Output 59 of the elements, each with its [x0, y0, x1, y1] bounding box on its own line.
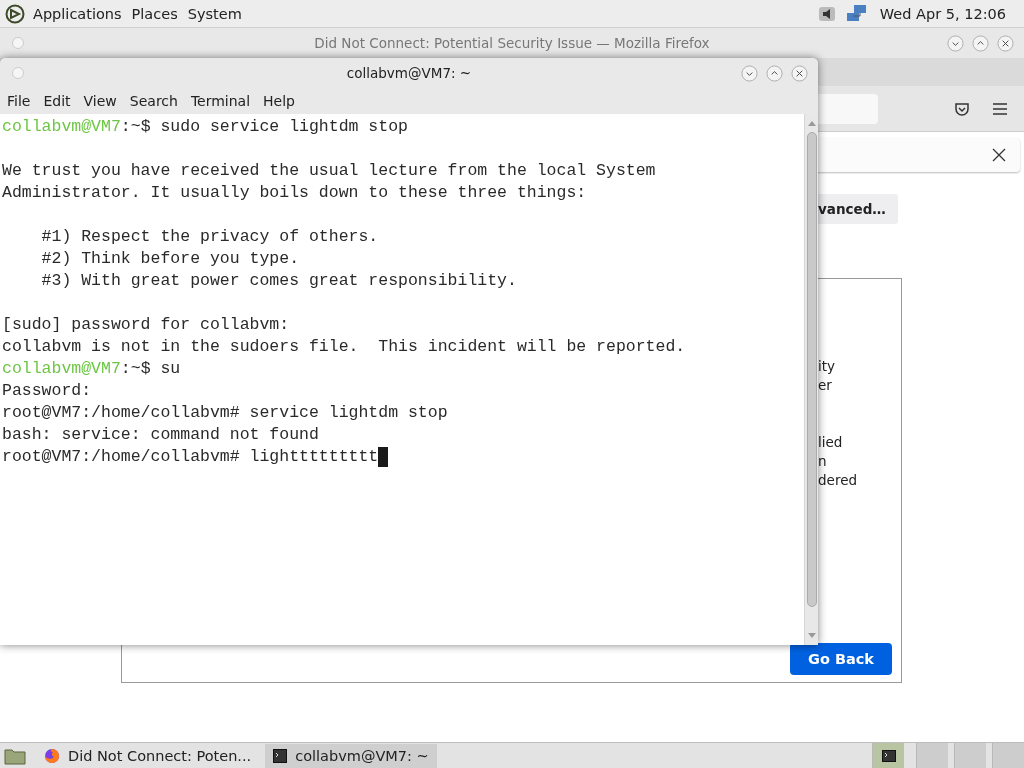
menu-item[interactable]: File	[7, 93, 31, 109]
advanced-button[interactable]: vanced…	[818, 194, 898, 224]
minimize-icon[interactable]	[741, 64, 758, 82]
scrollbar-thumb[interactable]	[806, 132, 817, 607]
terminal-icon	[881, 749, 896, 762]
terminal-line: :~$ sudo service lightdm stop	[120, 116, 408, 138]
terminal-line: [sudo] password for collabvm:	[2, 314, 290, 336]
menu-icon[interactable]	[992, 101, 1008, 116]
window-title: Did Not Connect: Potential Security Issue — Mozilla Firefox	[314, 35, 710, 51]
terminal-line: #2) Think before you type.	[40, 248, 300, 270]
taskbar-button[interactable]: Did Not Connect: Poten...	[36, 743, 260, 768]
text-fragment: ity	[818, 358, 837, 376]
window-menu-icon[interactable]	[12, 67, 24, 79]
terminal-line: #1) Respect the privacy of others.	[40, 226, 379, 248]
prompt-user: collabvm@VM7	[2, 358, 121, 380]
window-menu-icon[interactable]	[12, 37, 24, 49]
panel-menu[interactable]: Places	[131, 5, 178, 22]
taskbar-button[interactable]: collabvm@VM7: ~	[265, 743, 437, 768]
minimize-icon[interactable]	[947, 34, 964, 52]
close-icon[interactable]	[997, 34, 1014, 52]
network-icon[interactable]	[845, 3, 868, 24]
text-fragment: er	[818, 377, 833, 395]
go-back-button[interactable]: Go Back	[790, 643, 892, 675]
terminal-line: #3) With great power comes great responsibility.	[40, 270, 517, 292]
scrollbar[interactable]	[804, 114, 818, 645]
text-fragment: lied	[818, 434, 844, 452]
terminal-line: We trust you have received the usual lecture from the local System	[2, 160, 656, 182]
menu-item[interactable]: View	[83, 93, 117, 109]
panel-menu[interactable]: Applications	[33, 5, 122, 22]
menu-item[interactable]: Terminal	[190, 93, 251, 109]
text-cursor	[378, 447, 389, 467]
menu-item[interactable]: Edit	[43, 93, 71, 109]
pocket-icon[interactable]	[954, 100, 970, 117]
close-icon[interactable]	[992, 148, 1006, 162]
window-title: collabvm@VM7: ~	[346, 65, 472, 81]
prompt-user: collabvm@VM7	[2, 116, 121, 138]
terminal-line: collabvm is not in the sudoers file. This incident will be reported.	[2, 336, 686, 358]
text-fragment: n	[818, 453, 828, 471]
maximize-icon[interactable]	[766, 64, 783, 82]
scroll-down-icon[interactable]	[807, 633, 816, 639]
close-icon[interactable]	[791, 64, 808, 82]
folder-icon[interactable]	[4, 746, 26, 765]
terminal-line: root@VM7:/home/collabvm# service lightdm stop	[2, 402, 448, 424]
terminal-icon	[273, 748, 288, 763]
scroll-up-icon[interactable]	[807, 120, 816, 126]
text-fragment: dered	[818, 472, 858, 490]
menu-item[interactable]: Help	[263, 93, 295, 109]
maximize-icon[interactable]	[972, 34, 989, 52]
workspace-button[interactable]	[872, 743, 904, 768]
fox-globe-icon	[44, 747, 60, 764]
terminal-line: bash: service: command not found	[2, 424, 319, 446]
clock[interactable]: Wed Apr 5, 12:06	[879, 5, 1006, 22]
terminal-line: :~$ su	[120, 358, 181, 380]
search-field[interactable]	[818, 93, 878, 124]
panel-menu[interactable]: System	[187, 5, 242, 22]
terminal-line: Administrator. It usually boils down to these three things:	[2, 182, 587, 204]
terminal-line: Password:	[2, 380, 92, 402]
terminal-line: root@VM7:/home/collabvm# lighttttttttt	[2, 446, 379, 468]
menu-item[interactable]: Search	[129, 93, 178, 109]
